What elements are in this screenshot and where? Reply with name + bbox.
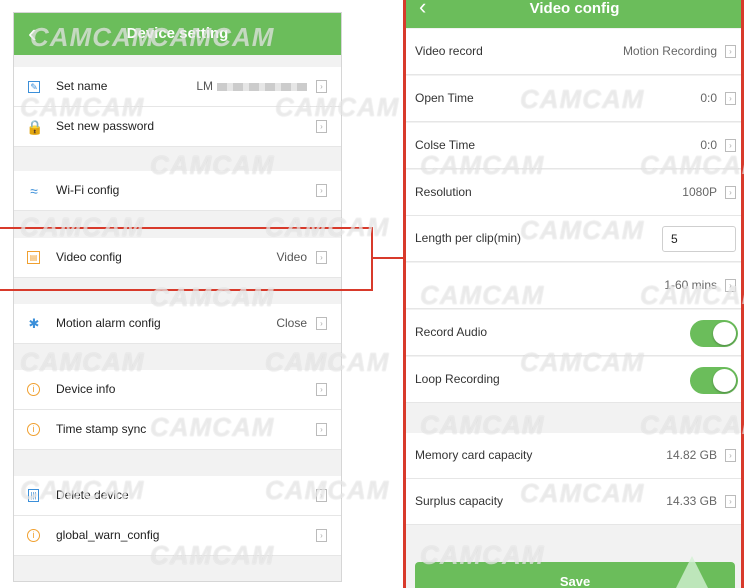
chevron-right-icon: › <box>316 423 327 436</box>
motion-alarm-row[interactable]: ✱ Motion alarm config Close › <box>14 304 341 344</box>
wifi-icon: ≈ <box>30 183 38 199</box>
chevron-right-icon: › <box>316 80 327 93</box>
global-warn-config-row[interactable]: i global_warn_config › <box>14 516 341 556</box>
highlight-connector <box>373 257 403 259</box>
info-icon: i <box>27 423 40 436</box>
chevron-right-icon: › <box>316 120 327 133</box>
device-name-value: LM <box>196 79 307 93</box>
timestamp-sync-row[interactable]: i Time stamp sync › <box>14 410 341 450</box>
motion-alarm-value: Close <box>276 316 307 330</box>
set-name-label: Set name <box>56 79 108 93</box>
trash-icon: ||| <box>28 489 39 502</box>
delete-device-row[interactable]: ||| Delete device › <box>14 476 341 516</box>
chevron-right-icon: › <box>316 184 327 197</box>
info-icon: i <box>27 383 40 396</box>
up-arrow-icon <box>676 556 708 588</box>
device-info-row[interactable]: i Device info › <box>14 370 341 410</box>
highlight-box <box>0 227 373 291</box>
global-warn-config-label: global_warn_config <box>56 528 160 542</box>
info-icon: i <box>27 529 40 542</box>
chevron-right-icon: › <box>316 529 327 542</box>
chevron-right-icon: › <box>316 383 327 396</box>
device-info-label: Device info <box>56 382 116 396</box>
set-name-row[interactable]: ✎ Set name LM › <box>14 67 341 107</box>
highlight-frame <box>403 0 744 588</box>
wifi-config-label: Wi-Fi config <box>56 183 120 197</box>
device-setting-header: ‹ Device setting <box>14 13 341 55</box>
edit-icon: ✎ <box>28 81 40 93</box>
chevron-right-icon: › <box>316 489 327 502</box>
chevron-right-icon: › <box>316 317 327 330</box>
wifi-config-row[interactable]: ≈ Wi-Fi config › <box>14 171 341 211</box>
lock-icon: 🔒 <box>26 119 44 135</box>
motion-alarm-label: Motion alarm config <box>56 316 161 330</box>
set-password-row[interactable]: 🔒 Set new password › <box>14 107 341 147</box>
set-password-label: Set new password <box>56 119 155 133</box>
running-person-icon: ✱ <box>28 316 40 331</box>
timestamp-sync-label: Time stamp sync <box>56 422 147 436</box>
delete-device-label: Delete device <box>56 488 129 502</box>
page-title: Device setting <box>126 25 229 42</box>
device-setting-screen: ‹ Device setting ✎ Set name LM › 🔒 Set n… <box>13 12 342 582</box>
